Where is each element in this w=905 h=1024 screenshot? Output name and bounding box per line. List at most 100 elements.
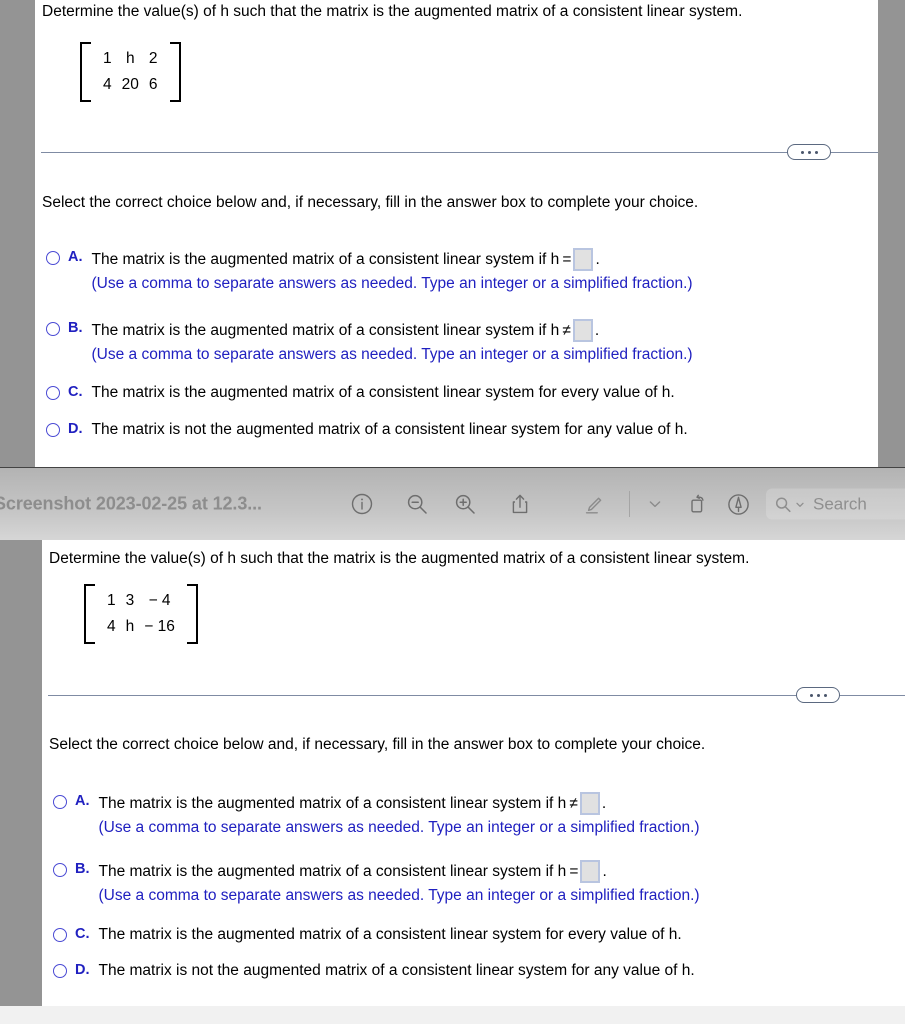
choice-option-c[interactable]: C. The matrix is the augmented matrix of… xyxy=(53,925,682,944)
page-gutter-left xyxy=(0,0,35,467)
ellipsis-dot xyxy=(814,150,818,154)
page-gutter-left xyxy=(0,540,42,1024)
choice-text-b: The matrix is the augmented matrix of a … xyxy=(91,322,571,339)
search-chevron-down-icon[interactable] xyxy=(795,499,805,509)
matrix-cell: h xyxy=(125,618,135,635)
matrix-cell: − 16 xyxy=(144,618,175,635)
ellipsis-dot xyxy=(816,693,820,697)
choice-text-a: The matrix is the augmented matrix of a … xyxy=(98,795,578,812)
matrix-cell: h xyxy=(125,50,135,67)
choice-body-c: The matrix is the augmented matrix of a … xyxy=(92,383,675,402)
zoom-in-icon[interactable] xyxy=(450,489,480,519)
choice-option-a[interactable]: A. The matrix is the augmented matrix of… xyxy=(53,792,700,838)
ellipsis-dot xyxy=(823,693,827,697)
matrix-cell: 1 xyxy=(103,50,112,67)
ellipsis-dot xyxy=(800,150,804,154)
choice-letter-b: B. xyxy=(75,861,90,877)
choice-letter-a: A. xyxy=(75,793,90,809)
choice-body-b: The matrix is the augmented matrix of a … xyxy=(99,860,700,906)
search-placeholder: Search xyxy=(813,494,867,513)
matrix-cell: 2 xyxy=(148,50,158,67)
choice-option-d[interactable]: D. The matrix is not the augmented matri… xyxy=(46,420,688,439)
matrix-grid: 1 h 2 4 20 6 xyxy=(91,42,170,102)
worksheet-page-top: Determine the value(s) of h such that th… xyxy=(35,0,878,467)
choice-text-b-suffix: . xyxy=(594,322,600,339)
radio-button-b[interactable] xyxy=(46,322,60,336)
radio-button-c[interactable] xyxy=(46,386,60,400)
instruction-text: Select the correct choice below and, if … xyxy=(49,736,706,753)
choice-text-b: The matrix is the augmented matrix of a … xyxy=(98,863,579,880)
more-options-button[interactable] xyxy=(787,144,831,160)
choice-option-a[interactable]: A. The matrix is the augmented matrix of… xyxy=(46,248,693,294)
augmented-matrix: 1 h 2 4 20 6 xyxy=(80,42,181,102)
toolbar-separator xyxy=(629,491,630,517)
markup-pen-icon[interactable] xyxy=(578,489,608,519)
screenshot-panel-top: Determine the value(s) of h such that th… xyxy=(0,0,905,467)
choice-option-d[interactable]: D. The matrix is not the augmented matri… xyxy=(53,961,695,980)
choice-option-b[interactable]: B. The matrix is the augmented matrix of… xyxy=(53,860,700,906)
radio-button-d[interactable] xyxy=(46,423,60,437)
choice-text-a-suffix: . xyxy=(601,795,607,812)
matrix-bracket-right xyxy=(169,42,181,102)
answer-input-a[interactable] xyxy=(573,248,594,271)
choice-letter-c: C. xyxy=(68,384,83,400)
choice-letter-c: C. xyxy=(75,926,90,942)
ellipsis-dot xyxy=(809,693,813,697)
choice-letter-a: A. xyxy=(68,249,83,265)
radio-button-d[interactable] xyxy=(53,964,67,978)
choice-text-d: The matrix is not the augmented matrix o… xyxy=(98,962,695,979)
choice-text-a: The matrix is the augmented matrix of a … xyxy=(91,251,572,268)
choice-body-b: The matrix is the augmented matrix of a … xyxy=(92,319,693,365)
annotate-icon[interactable] xyxy=(723,489,753,519)
choice-body-a: The matrix is the augmented matrix of a … xyxy=(99,792,700,838)
matrix-cell: − 4 xyxy=(148,592,171,609)
choice-text-a-suffix: . xyxy=(595,251,600,268)
more-options-button[interactable] xyxy=(796,687,840,703)
matrix-bracket-left xyxy=(84,584,95,644)
radio-button-a[interactable] xyxy=(53,795,67,809)
answer-input-b[interactable] xyxy=(572,319,593,342)
search-icon xyxy=(775,496,791,512)
ellipsis-dot xyxy=(807,150,811,154)
share-icon[interactable] xyxy=(505,489,535,519)
instruction-text: Select the correct choice below and, if … xyxy=(42,194,699,211)
choice-text-b-suffix: . xyxy=(602,863,607,880)
info-icon[interactable] xyxy=(347,489,377,519)
choice-option-b[interactable]: B. The matrix is the augmented matrix of… xyxy=(46,319,693,365)
radio-button-b[interactable] xyxy=(53,863,67,877)
choice-body-d: The matrix is not the augmented matrix o… xyxy=(92,420,688,439)
rotate-icon[interactable] xyxy=(682,489,712,519)
chevron-down-icon[interactable] xyxy=(640,489,670,519)
window-title: Screenshot 2023-02-25 at 12.3... xyxy=(0,493,262,514)
choice-hint-a: (Use a comma to separate answers as need… xyxy=(98,819,700,836)
choice-hint-b: (Use a comma to separate answers as need… xyxy=(91,346,693,363)
answer-input-b[interactable] xyxy=(580,860,601,883)
choice-text-c: The matrix is the augmented matrix of a … xyxy=(98,926,682,943)
choice-option-c[interactable]: C. The matrix is the augmented matrix of… xyxy=(46,383,675,402)
choice-letter-d: D. xyxy=(75,962,90,978)
choice-text-c: The matrix is the augmented matrix of a … xyxy=(91,384,675,401)
choice-text-d: The matrix is not the augmented matrix o… xyxy=(91,421,688,438)
choice-body-c: The matrix is the augmented matrix of a … xyxy=(99,925,682,944)
choice-hint-a: (Use a comma to separate answers as need… xyxy=(91,275,693,292)
matrix-bracket-left xyxy=(80,42,91,102)
radio-button-c[interactable] xyxy=(53,928,67,942)
section-divider xyxy=(41,152,878,153)
matrix-cell: 4 xyxy=(103,76,112,93)
radio-button-a[interactable] xyxy=(46,251,60,265)
section-divider xyxy=(48,695,905,696)
matrix-cell: 1 xyxy=(107,592,116,609)
zoom-out-icon[interactable] xyxy=(402,489,432,519)
worksheet-page-bottom: Determine the value(s) of h such that th… xyxy=(42,540,905,1024)
choice-letter-d: D. xyxy=(68,421,83,437)
choice-body-a: The matrix is the augmented matrix of a … xyxy=(92,248,693,294)
search-input[interactable]: Search xyxy=(766,488,905,520)
choice-hint-b: (Use a comma to separate answers as need… xyxy=(98,887,700,904)
question-text: Determine the value(s) of h such that th… xyxy=(49,550,750,567)
choice-letter-b: B. xyxy=(68,320,83,336)
matrix-bracket-right xyxy=(186,584,198,644)
matrix-cell: 4 xyxy=(107,618,116,635)
answer-input-a[interactable] xyxy=(579,792,600,815)
quicklook-toolbar: Screenshot 2023-02-25 at 12.3... Search xyxy=(0,467,905,540)
screenshot-panel-bottom: Determine the value(s) of h such that th… xyxy=(0,540,905,1024)
